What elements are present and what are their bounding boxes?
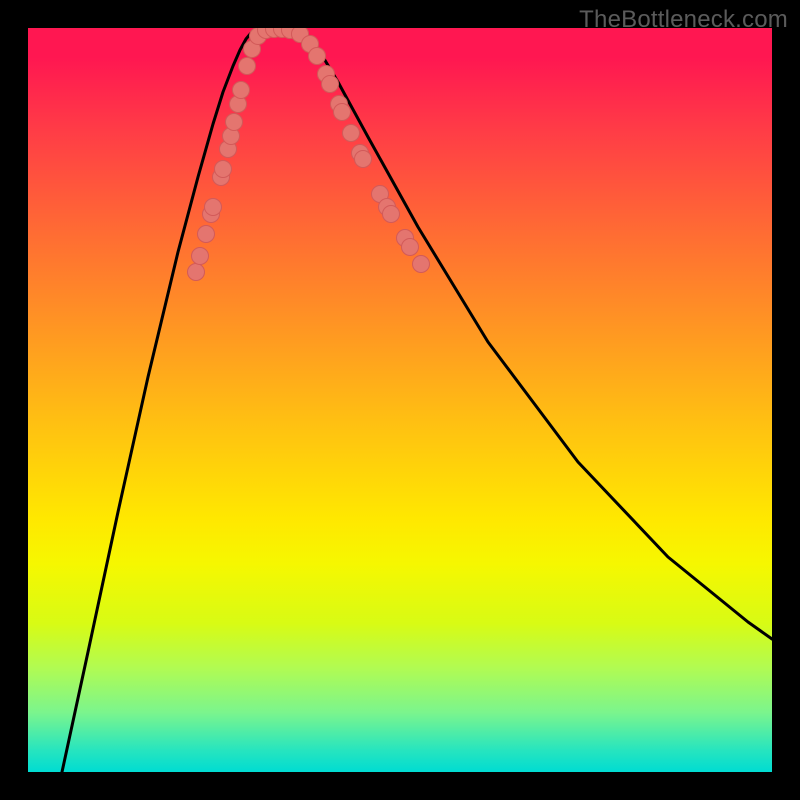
curve-layer	[28, 28, 772, 772]
data-marker	[383, 206, 400, 223]
data-marker	[198, 226, 215, 243]
data-marker	[188, 264, 205, 281]
data-marker	[379, 199, 396, 216]
watermark-text: TheBottleneck.com	[579, 6, 788, 34]
data-marker	[397, 230, 414, 247]
curve-path	[62, 29, 772, 772]
data-marker	[343, 125, 360, 142]
data-marker	[318, 66, 335, 83]
data-marker	[203, 206, 220, 223]
data-marker	[250, 28, 267, 45]
plot-area	[28, 28, 772, 772]
chart-frame: TheBottleneck.com	[0, 0, 800, 800]
data-marker	[331, 96, 348, 113]
data-marker	[230, 96, 247, 113]
data-marker	[220, 141, 237, 158]
data-marker	[413, 256, 430, 273]
data-marker	[309, 48, 326, 65]
data-marker	[302, 36, 319, 53]
data-marker	[223, 128, 240, 145]
data-marker	[215, 161, 232, 178]
data-marker	[213, 169, 230, 186]
data-marker	[292, 28, 309, 43]
data-marker	[266, 28, 283, 38]
data-marker	[355, 151, 372, 168]
curve-markers	[188, 28, 430, 281]
bottleneck-curve	[62, 29, 772, 772]
data-marker	[372, 186, 389, 203]
data-marker	[205, 199, 222, 216]
data-marker	[352, 145, 369, 162]
data-marker	[282, 28, 299, 39]
data-marker	[258, 28, 275, 39]
data-marker	[239, 58, 256, 75]
data-marker	[402, 239, 419, 256]
data-marker	[192, 248, 209, 265]
data-marker	[322, 76, 339, 93]
data-marker	[244, 41, 261, 58]
data-marker	[334, 104, 351, 121]
data-marker	[274, 28, 291, 38]
data-marker	[226, 114, 243, 131]
data-marker	[233, 82, 250, 99]
